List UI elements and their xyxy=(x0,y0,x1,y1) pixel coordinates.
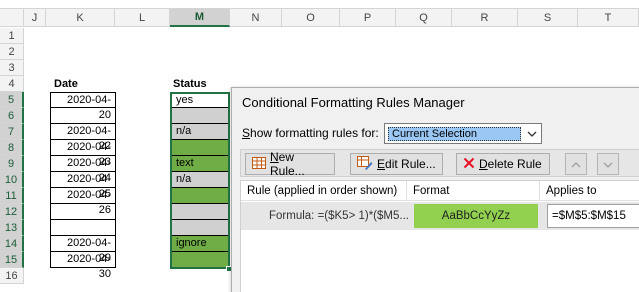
date-cell[interactable]: 2020-04-23 xyxy=(50,140,116,168)
column-header-t[interactable]: T xyxy=(578,9,639,27)
column-header-p[interactable]: P xyxy=(340,9,396,27)
status-cell[interactable] xyxy=(171,188,229,204)
row-header-9[interactable]: 9 xyxy=(0,156,24,172)
status-cell[interactable]: n/a xyxy=(171,124,229,140)
select-all-corner[interactable] xyxy=(0,9,24,27)
date-cell[interactable]: 2020-04-20 xyxy=(50,92,116,121)
row-header-2[interactable]: 2 xyxy=(0,44,24,60)
rule-row[interactable]: Formula: =($K5> 1)*($M5... AaBbCcYyZz =$… xyxy=(241,202,639,230)
edit-rule-button[interactable]: Edit Rule... xyxy=(350,153,443,175)
date-cell[interactable] xyxy=(50,108,116,124)
rules-list-header: Rule (applied in order shown) Format App… xyxy=(241,181,639,201)
column-header-j[interactable]: J xyxy=(24,9,46,27)
dialog-title: Conditional Formatting Rules Manager xyxy=(242,95,465,110)
delete-icon xyxy=(463,157,475,172)
date-cell[interactable]: 2020-04-26 xyxy=(50,188,116,216)
status-cell[interactable] xyxy=(171,252,229,268)
row-header-11[interactable]: 11 xyxy=(0,188,24,204)
date-cell[interactable]: 2020-04-22 xyxy=(50,124,116,152)
column-header-m[interactable]: M xyxy=(170,9,230,27)
column-header-o[interactable]: O xyxy=(282,9,340,27)
chevron-down-icon[interactable] xyxy=(523,124,541,143)
column-header-r[interactable]: R xyxy=(452,9,518,27)
ribbon-edge xyxy=(0,0,639,9)
status-cell[interactable] xyxy=(171,220,229,236)
date-header[interactable]: Date xyxy=(54,76,78,92)
row-header-16[interactable]: 16 xyxy=(0,268,24,284)
column-header-s[interactable]: S xyxy=(518,9,578,27)
status-cell[interactable]: yes xyxy=(171,92,229,108)
status-cell[interactable] xyxy=(171,140,229,156)
show-rules-select[interactable]: Current Selection xyxy=(384,123,542,144)
date-cell[interactable] xyxy=(50,220,116,236)
move-down-button[interactable] xyxy=(597,153,619,175)
format-column-header[interactable]: Format xyxy=(407,181,540,201)
show-rules-label: Show formatting rules for: xyxy=(242,126,379,140)
column-header-l[interactable]: L xyxy=(115,9,170,27)
column-header-k[interactable]: K xyxy=(46,9,115,27)
show-rules-selected-value: Current Selection xyxy=(388,127,521,141)
move-up-button[interactable] xyxy=(565,153,587,175)
new-rule-button[interactable]: New Rule... xyxy=(245,150,335,178)
date-cell[interactable]: 2020-04-25 xyxy=(50,172,116,200)
status-cell[interactable]: text xyxy=(171,156,229,172)
rule-column-header[interactable]: Rule (applied in order shown) xyxy=(241,181,407,201)
conditional-formatting-rules-manager-dialog: Conditional Formatting Rules Manager Sho… xyxy=(231,87,639,292)
row-header-14[interactable]: 14 xyxy=(0,236,24,252)
status-cell[interactable] xyxy=(171,108,229,124)
column-header-n[interactable]: N xyxy=(230,9,282,27)
chevron-down-icon xyxy=(603,157,613,171)
new-rule-icon xyxy=(252,156,266,172)
status-header[interactable]: Status xyxy=(173,76,207,92)
rules-toolbar: New Rule... Edit Rule... Delete Rule xyxy=(240,149,639,178)
row-header-7[interactable]: 7 xyxy=(0,124,24,140)
applies-to-field[interactable]: =$M$5:$M$15 xyxy=(547,204,639,228)
chevron-up-icon xyxy=(571,157,581,171)
row-header-12[interactable]: 12 xyxy=(0,204,24,220)
date-cell[interactable]: 2020-04-24 xyxy=(50,156,116,184)
row-header-5[interactable]: 5 xyxy=(0,92,24,108)
row-header-1[interactable]: 1 xyxy=(0,28,24,44)
rule-formula: Formula: =($K5> 1)*($M5... xyxy=(269,210,409,222)
status-cell[interactable]: n/a xyxy=(171,172,229,188)
status-cell[interactable] xyxy=(171,204,229,220)
row-header-8[interactable]: 8 xyxy=(0,140,24,156)
excel-window: JKLMNOPQRST 1 2 3 4 5 6 7 8 9 10 11 12 13 14 15 16 Date… xyxy=(0,0,639,292)
date-cell[interactable]: 2020-04-30 xyxy=(50,252,116,280)
row-header-3[interactable]: 3 xyxy=(0,60,24,76)
column-header-q[interactable]: Q xyxy=(396,9,452,27)
row-header-4[interactable]: 4 xyxy=(0,76,24,92)
row-header-6[interactable]: 6 xyxy=(0,108,24,124)
delete-rule-button[interactable]: Delete Rule xyxy=(456,153,550,175)
row-header-15[interactable]: 15 xyxy=(0,252,24,268)
row-header-10[interactable]: 10 xyxy=(0,172,24,188)
rule-format-preview: AaBbCcYyZz xyxy=(414,204,538,228)
status-cell[interactable]: ignore xyxy=(171,236,229,252)
date-cell[interactable] xyxy=(50,204,116,220)
edit-rule-icon xyxy=(357,155,373,173)
row-header-13[interactable]: 13 xyxy=(0,220,24,236)
applies-to-column-header[interactable]: Applies to xyxy=(540,181,639,201)
rules-list: Rule (applied in order shown) Format App… xyxy=(240,180,639,292)
date-cell[interactable]: 2020-04-29 xyxy=(50,236,116,264)
